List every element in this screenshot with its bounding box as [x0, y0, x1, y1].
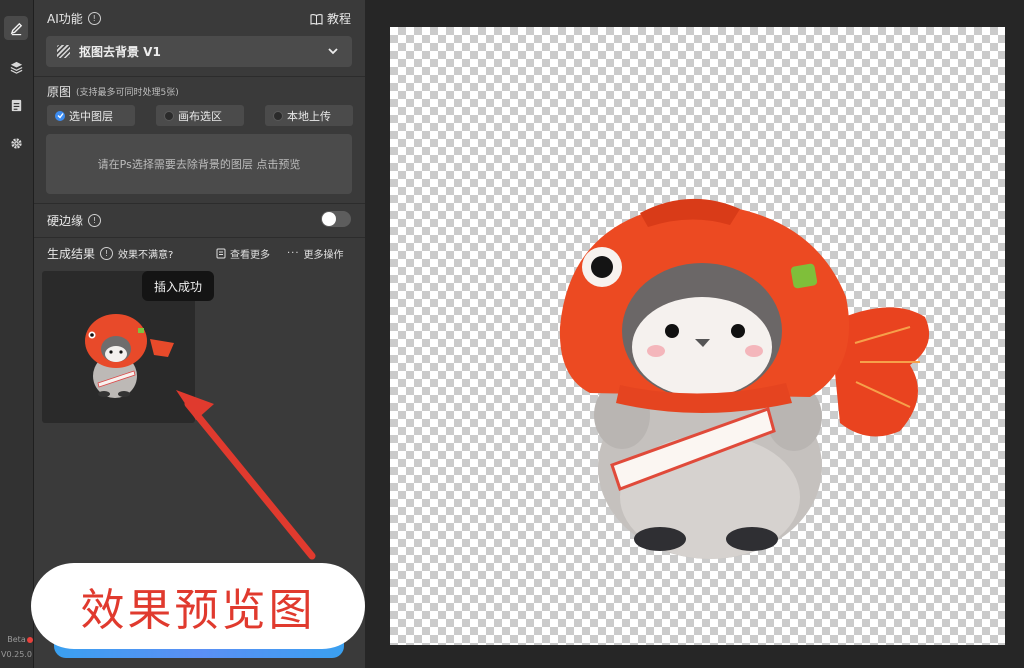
beta-badge-dot: [27, 637, 33, 643]
source-option-selected-layer[interactable]: 选中图层: [47, 105, 135, 126]
document-icon[interactable]: [4, 93, 28, 117]
history-icon: [216, 248, 226, 259]
source-option-local-upload[interactable]: 本地上传: [265, 105, 353, 126]
more-actions-button[interactable]: ··· 更多操作: [287, 246, 344, 261]
ai-section-title: AI功能: [47, 12, 83, 26]
feature-select-value: 抠图去背景 V1: [79, 45, 161, 59]
hard-edge-label: 硬边缘: [47, 214, 84, 228]
more-actions-label: 更多操作: [303, 250, 344, 261]
feature-select[interactable]: 抠图去背景 V1: [46, 36, 352, 67]
settings-icon[interactable]: [4, 131, 28, 155]
chevron-down-icon: [328, 48, 338, 55]
document-canvas[interactable]: [390, 27, 1005, 645]
tutorial-label: 教程: [327, 12, 352, 26]
hard-edge-row: 硬边缘 !: [47, 212, 102, 229]
info-icon[interactable]: !: [87, 12, 101, 25]
toast-text: 插入成功: [154, 279, 203, 294]
layers-icon[interactable]: [4, 55, 28, 79]
version-label: V0.25.0: [1, 650, 32, 659]
hard-edge-toggle[interactable]: [321, 211, 351, 227]
source-hint-text: 请在Ps选择需要去除背景的图层 点击预览: [97, 158, 301, 171]
ai-section-header: AI功能 !: [47, 10, 101, 27]
info-icon[interactable]: !: [88, 214, 102, 227]
results-title: 生成结果: [47, 247, 96, 261]
source-hint-box[interactable]: 请在Ps选择需要去除背景的图层 点击预览: [46, 134, 352, 194]
divider: [34, 237, 365, 238]
info-icon[interactable]: !: [100, 247, 114, 260]
divider: [34, 203, 365, 204]
brush-icon[interactable]: [4, 16, 28, 40]
source-subtitle: (支持最多可同时处理5张): [76, 88, 179, 98]
tutorial-link[interactable]: 教程: [310, 10, 351, 27]
ellipsis-icon: ···: [287, 248, 300, 259]
source-option-label: 本地上传: [287, 109, 331, 123]
radio-unchecked-icon: [164, 110, 174, 121]
book-icon: [310, 13, 323, 25]
results-header: 生成结果 ! 效果不满意?: [47, 245, 173, 262]
annotation-caption: 效果预览图: [34, 566, 362, 646]
source-header: 原图 (支持最多可同时处理5张): [47, 83, 179, 100]
not-satisfied-link[interactable]: 效果不满意?: [118, 246, 173, 261]
divider: [34, 76, 365, 77]
caption-text: 效果预览图: [80, 585, 316, 636]
toggle-knob: [322, 212, 336, 226]
source-option-label: 选中图层: [69, 109, 113, 123]
cutout-icon: [57, 45, 70, 58]
canvas-workspace: [366, 0, 1024, 668]
tool-rail: Beta V0.25.0: [0, 0, 34, 668]
view-more-label: 查看更多: [230, 250, 270, 261]
source-option-canvas-selection[interactable]: 画布选区: [156, 105, 244, 126]
radio-checked-icon: [55, 110, 65, 121]
radio-unchecked-icon: [273, 110, 283, 121]
penguin-cutout-image: [559, 198, 930, 559]
insert-success-toast: 插入成功: [142, 271, 215, 301]
source-option-label: 画布选区: [178, 109, 222, 123]
view-more-button[interactable]: 查看更多: [216, 246, 270, 261]
source-title: 原图: [47, 85, 72, 99]
